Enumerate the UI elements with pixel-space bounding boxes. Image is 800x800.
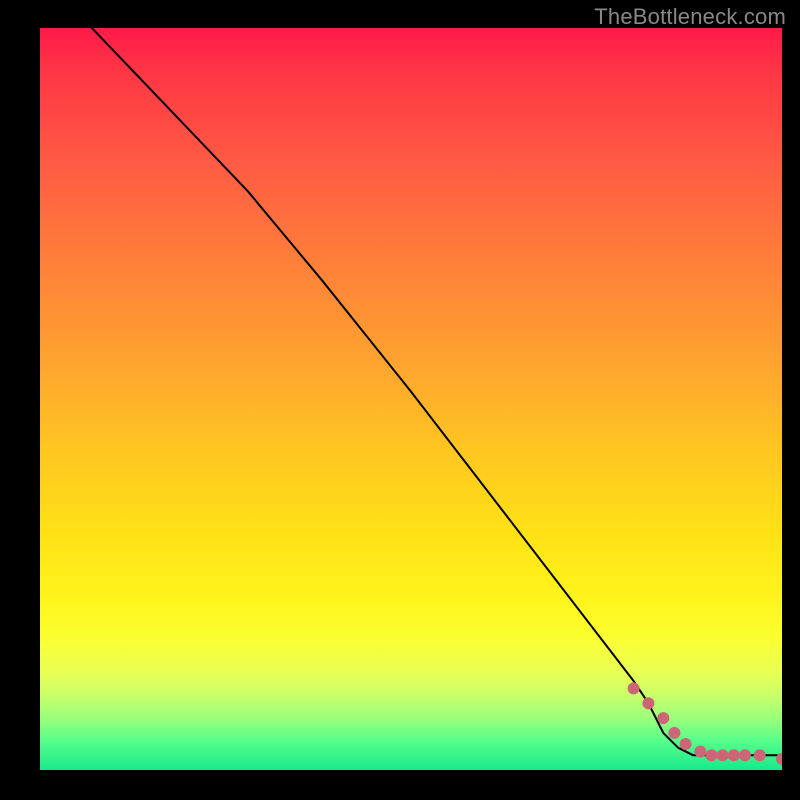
chart-container: TheBottleneck.com [0,0,800,800]
dot [717,749,729,761]
dot [680,738,692,750]
chart-svg [40,28,782,770]
dot [739,749,751,761]
dot [642,697,654,709]
series-curve [92,28,782,755]
dot [694,746,706,758]
watermark-label: TheBottleneck.com [594,4,786,30]
dot [728,749,740,761]
dot [657,712,669,724]
dot [628,682,640,694]
dot [668,727,680,739]
series-dots [628,682,782,765]
plot-area [40,28,782,770]
dot [754,749,766,761]
dot [706,749,718,761]
